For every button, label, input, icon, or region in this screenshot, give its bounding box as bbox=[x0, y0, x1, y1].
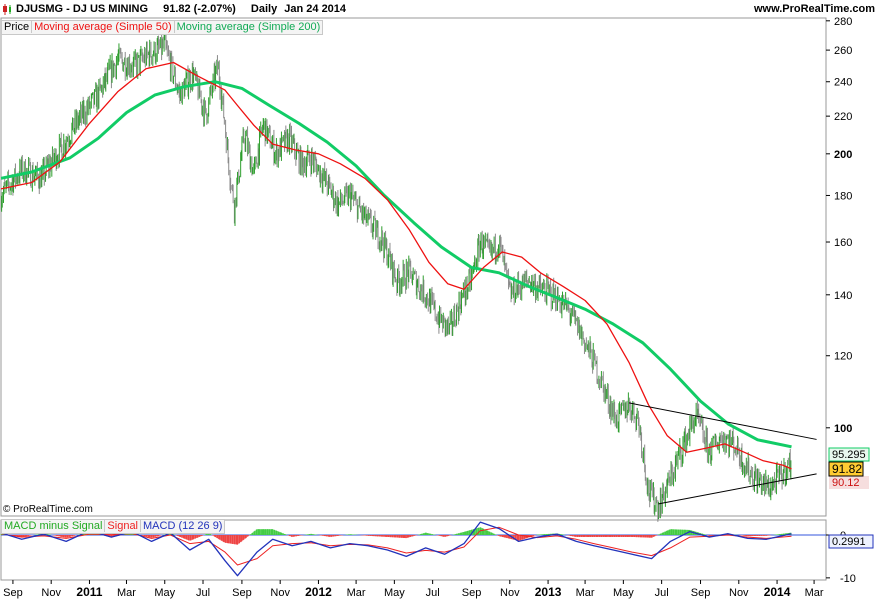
x-tick-label: Sep bbox=[691, 587, 711, 599]
x-tick-label: Nov bbox=[270, 587, 290, 599]
y-tick-label: 280 bbox=[834, 16, 852, 28]
x-tick-label: Mar bbox=[347, 587, 366, 599]
legend-ma200: Moving average (Simple 200) bbox=[176, 21, 321, 33]
legend-macd-hist: MACD minus Signal bbox=[2, 520, 106, 532]
ma200-last-value: 95.295 bbox=[832, 449, 866, 461]
x-tick-label: Sep bbox=[462, 587, 482, 599]
ma200-line bbox=[0, 80, 792, 449]
legend-signal: Signal bbox=[105, 520, 141, 532]
x-tick-label: Sep bbox=[3, 587, 23, 599]
period: Daily bbox=[250, 3, 278, 15]
price-bars bbox=[0, 30, 792, 522]
legend-price: Price bbox=[2, 21, 33, 33]
x-tick-label: 2012 bbox=[305, 585, 332, 599]
chart-canvas: 280 260 240 220 200 180 160 140 120 100 Sep Nov 2011… bbox=[0, 16, 874, 599]
y-tick-label: 220 bbox=[834, 111, 852, 123]
upper-trendline bbox=[628, 402, 817, 440]
symbol-name: DJUSMG - DJ US MINING bbox=[16, 3, 149, 15]
legend-macd: MACD (12 26 9) bbox=[143, 520, 223, 532]
price-panel-frame bbox=[0, 17, 827, 517]
website-link[interactable]: www.ProRealTime.com bbox=[754, 3, 875, 15]
instrument-title: DJUSMG - DJ US MINING 91.82 (-2.07%) Dai… bbox=[16, 3, 346, 15]
quote-date: Jan 24 2014 bbox=[284, 3, 347, 15]
y-tick-label: 240 bbox=[834, 77, 852, 89]
macd-y-tick-label: -10 bbox=[840, 573, 856, 585]
x-tick-label: Jul bbox=[196, 587, 210, 599]
candlestick-icon bbox=[3, 4, 11, 15]
y-tick-label: 160 bbox=[834, 237, 852, 249]
x-tick-label: Nov bbox=[500, 587, 520, 599]
x-tick-label: Jul bbox=[426, 587, 440, 599]
lower-trendline bbox=[658, 473, 817, 505]
price-last-value: 91.82 bbox=[832, 462, 862, 476]
x-tick-label: Mar bbox=[117, 587, 136, 599]
x-tick-label: Nov bbox=[729, 587, 749, 599]
x-tick-label: May bbox=[154, 587, 175, 599]
x-tick-label: May bbox=[613, 587, 634, 599]
macd-last-value: 0.2991 bbox=[832, 536, 866, 548]
x-tick-label: Sep bbox=[232, 587, 252, 599]
y-tick-label: 180 bbox=[834, 190, 852, 202]
y-tick-label: 260 bbox=[834, 45, 852, 57]
ma50-line bbox=[0, 61, 792, 470]
y-tick-label: 140 bbox=[834, 290, 852, 302]
ma50-last-value: 90.12 bbox=[832, 477, 860, 489]
price-legend: Price Moving average (Simple 50) Moving av… bbox=[1, 20, 324, 35]
copyright-note: © ProRealTime.com bbox=[3, 504, 93, 515]
legend-ma50: Moving average (Simple 50) bbox=[32, 21, 175, 33]
x-tick-label: 2013 bbox=[535, 585, 562, 599]
x-tick-label: May bbox=[384, 587, 405, 599]
x-tick-label: Jul bbox=[655, 587, 669, 599]
x-tick-label: Nov bbox=[41, 587, 61, 599]
last-quote: 91.82 (-2.07%) bbox=[163, 3, 236, 15]
macd-legend: MACD minus Signal Signal MACD (12 26 9) bbox=[1, 519, 226, 534]
y-tick-label: 100 bbox=[834, 423, 852, 435]
y-tick-label: 200 bbox=[834, 149, 852, 161]
x-tick-label: 2014 bbox=[764, 585, 791, 599]
x-tick-label: Mar bbox=[805, 587, 824, 599]
x-tick-label: 2011 bbox=[76, 585, 102, 599]
x-tick-label: Mar bbox=[576, 587, 595, 599]
y-tick-label: 120 bbox=[834, 351, 852, 363]
